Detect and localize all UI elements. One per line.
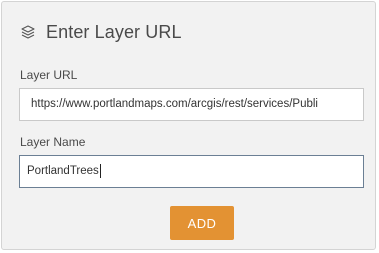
layer-name-label: Layer Name: [20, 135, 86, 149]
layers-icon: [19, 23, 37, 41]
layer-name-value: PortlandTrees: [27, 165, 99, 177]
panel-header: Enter Layer URL: [19, 20, 182, 44]
enter-layer-url-panel: Enter Layer URL Layer URL https://www.po…: [1, 1, 376, 250]
layer-url-label: Layer URL: [20, 68, 78, 82]
panel-title: Enter Layer URL: [46, 21, 182, 42]
text-caret: [99, 163, 101, 178]
layer-url-input[interactable]: https://www.portlandmaps.com/arcgis/rest…: [19, 88, 364, 121]
layer-name-input[interactable]: PortlandTrees: [19, 155, 364, 188]
add-button[interactable]: ADD: [170, 206, 234, 240]
